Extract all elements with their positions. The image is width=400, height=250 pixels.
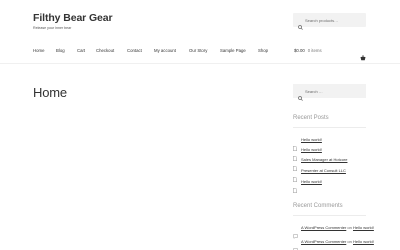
search-icon [298,17,303,35]
cart-count: 0 items [307,48,322,53]
search-icon [298,88,303,106]
nav-item-sample-page[interactable]: Sample Page [220,48,246,53]
recent-comments-title: Recent Comments [293,203,343,209]
sidebar-search-placeholder: Search … [305,88,323,94]
document-icon [293,180,297,198]
product-search-placeholder: Search products… [305,17,339,23]
nav-item-blog[interactable]: Blog [56,48,65,53]
nav-item-cart[interactable]: Cart [77,48,85,53]
recent-post-link[interactable]: Presenter at Consult LLC [301,168,346,173]
recent-posts-divider [293,127,366,128]
recent-post-link[interactable]: Hello world! [301,179,322,184]
comment-icon [293,240,298,250]
page-title: Home [33,85,67,100]
comment-author-link[interactable]: A WordPress Commenter [301,239,346,244]
nav-item-checkout[interactable]: Checkout [96,48,114,53]
product-search-input[interactable]: Search products… [293,13,366,30]
header-cart-link[interactable]: $0.00 0 items [294,48,322,53]
nav-item-my-account[interactable]: My account [154,48,176,53]
nav-item-contact[interactable]: Contact [127,48,142,53]
header-divider [0,63,400,64]
recent-comments-divider [293,215,366,216]
comment-post-link[interactable]: Hello world! [353,239,374,244]
nav-item-our-story[interactable]: Our Story [189,48,207,53]
comment-post-link[interactable]: Hello world! [353,225,374,230]
comment-on-text: on [347,225,352,230]
recent-post-link[interactable]: Hello world! [301,137,322,142]
nav-item-shop[interactable]: Shop [258,48,268,53]
recent-post-link[interactable]: Hello world! [301,147,322,152]
sidebar-search-input[interactable]: Search … [293,84,366,101]
site-tagline: Release your inner bear [33,26,72,30]
recent-posts-title: Recent Posts [293,115,329,121]
recent-post-link[interactable]: Sales Manager at Hotcore [301,157,347,162]
comment-author-link[interactable]: A WordPress Commenter [301,225,346,230]
site-title[interactable]: Filthy Bear Gear [33,12,113,24]
cart-amount: $0.00 [294,48,305,53]
nav-item-home[interactable]: Home [33,48,44,53]
comment-on-text: on [347,239,352,244]
